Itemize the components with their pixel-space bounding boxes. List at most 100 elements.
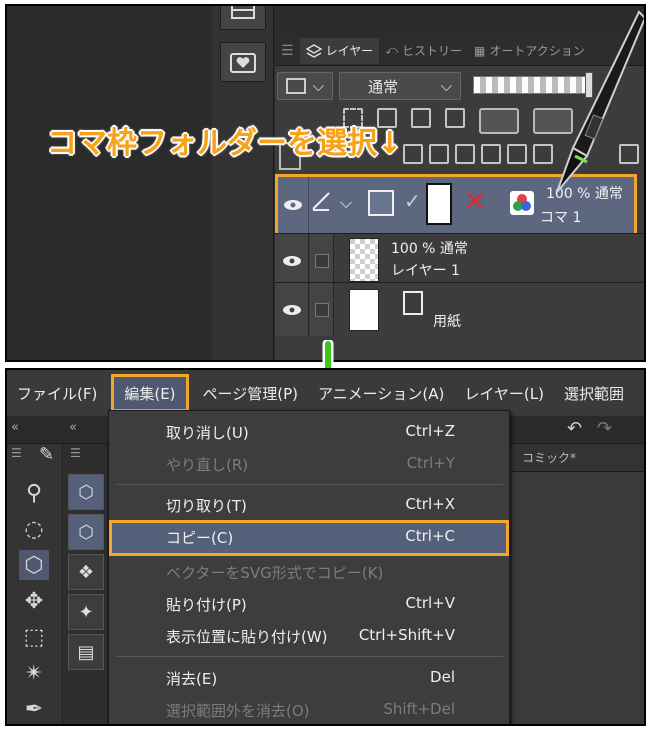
layer-color-dropdown[interactable]: ⌵ [277, 72, 333, 100]
menu-item-label: ベクターをSVG形式でコピー(K) [166, 564, 384, 582]
menu-label: アニメーション(A) [317, 384, 445, 403]
move-tool-icon[interactable]: ✥ [19, 586, 49, 616]
chevron-down-icon: ⌵ [312, 77, 324, 95]
tab-layer-label: レイヤー [325, 44, 374, 58]
menu-item-shortcut: Del [430, 668, 455, 686]
layer-row[interactable]: 用紙 [275, 282, 644, 336]
object-select-tool-icon[interactable]: ⬡ [19, 550, 49, 580]
new-folder-icon[interactable] [455, 144, 475, 164]
menu-handle-icon[interactable]: ☰ [11, 446, 22, 460]
menu-item-label: 貼り付け(P) [166, 596, 247, 614]
sub-tool-object[interactable]: ⬡ [68, 474, 104, 510]
menu-item-paste[interactable]: 貼り付け(P) Ctrl+V [109, 587, 509, 619]
layer-name: コマ 1 [540, 210, 582, 226]
menu-item-cut[interactable]: 切り取り(T) Ctrl+X [109, 488, 509, 520]
menu-file[interactable]: ファイル(F) [7, 370, 107, 416]
mask-disabled-x-icon: ✕ [464, 187, 486, 217]
collapse-icon[interactable]: « [69, 420, 77, 435]
grid-icon [231, 6, 255, 19]
menu-item-undo[interactable]: 取り消し(U) Ctrl+Z [109, 415, 509, 447]
stack-cursor-icon: ❖ [77, 561, 95, 583]
menu-item-label: 選択範囲外を消去(O) [166, 702, 310, 720]
lock-cell[interactable] [310, 283, 334, 336]
tab-history[interactable]: ⤺ ヒストリー [379, 38, 468, 64]
lock-icon[interactable] [445, 108, 465, 128]
blend-mode-dropdown[interactable]: 通常 ⌵ [339, 72, 461, 100]
blend-mode-value: 通常 [368, 77, 399, 96]
menu-separator [117, 656, 503, 657]
eye-icon [282, 304, 301, 315]
eye-icon [282, 255, 301, 266]
frame-folder-icon [368, 190, 394, 216]
menu-item-copy[interactable]: コピー(C) Ctrl+C [109, 520, 509, 556]
film-icon: ▤ [77, 641, 95, 663]
menu-handle-icon[interactable]: ☰ [70, 446, 81, 460]
sub-tool-frame[interactable]: ▤ [68, 634, 104, 670]
edit-menu-dropdown: 取り消し(U) Ctrl+Z やり直し(R) Ctrl+Y 切り取り(T) Ct… [108, 410, 510, 724]
pen-icon[interactable] [311, 191, 331, 215]
mask-icon[interactable] [479, 108, 519, 134]
reference-icon[interactable] [411, 108, 431, 128]
menu-item-redo[interactable]: やり直し(R) Ctrl+Y [109, 447, 509, 479]
magic-wand-tool-icon[interactable]: ✴ [19, 658, 49, 688]
lasso-tool-icon[interactable]: ◌ [19, 514, 49, 544]
transfer-icon[interactable] [481, 144, 501, 164]
visibility-eye-cell[interactable] [275, 234, 309, 287]
new-raster-layer-icon[interactable] [403, 144, 423, 164]
pen-icon[interactable]: ✎ [39, 444, 54, 465]
menu-item-shortcut: Ctrl+Z [405, 422, 455, 440]
menu-edit[interactable]: 編集(E) [111, 374, 189, 412]
side-button-top[interactable] [220, 6, 266, 30]
visibility-eye-cell[interactable] [278, 177, 309, 233]
tool-palette: ☰ ✎ ⚲ ◌ ⬡ ✥ ⬚ ✴ ✒ [7, 444, 63, 724]
sub-tool-layer-select[interactable]: ⬡ [68, 514, 104, 550]
layer-panel-screenshot: ☰ レイヤー ⤺ ヒストリー ▦ オートアクション ⌵ 通常 ⌵ ⌵ ✓ ✕ 1… [5, 4, 646, 362]
sub-tool-layer-move[interactable]: ❖ [68, 554, 104, 590]
eyedropper-tool-icon[interactable]: ✒ [19, 694, 49, 724]
undo-icon[interactable]: ↶ [567, 418, 582, 439]
zoom-tool-icon[interactable]: ⚲ [19, 478, 49, 508]
tab-layer[interactable]: レイヤー [299, 37, 380, 64]
eye-icon [284, 200, 302, 210]
menu-selection[interactable]: 選択範囲 [554, 370, 634, 416]
bulb-icon: ✦ [78, 601, 94, 623]
sub-tool-palette: ☰ ⬡ ⬡ ❖ ✦ ▤ [64, 444, 108, 724]
side-button-material[interactable] [220, 42, 266, 82]
lock-cell[interactable] [310, 234, 334, 287]
layer-row[interactable]: 100 % 通常 レイヤー 1 [275, 233, 644, 287]
history-icon: ⤺ [385, 43, 399, 57]
menu-item-label: やり直し(R) [166, 456, 249, 474]
menu-label: 編集(E) [124, 384, 176, 403]
new-vector-layer-icon[interactable] [429, 144, 449, 164]
menu-item-label: 表示位置に貼り付け(W) [166, 628, 328, 646]
menu-handle-icon[interactable]: ☰ [275, 43, 300, 59]
collapse-icon[interactable]: « [11, 420, 19, 435]
chevron-down-icon: ⌵ [440, 77, 452, 95]
document-tab[interactable]: コミック* [512, 444, 644, 472]
menu-item-clear[interactable]: 消去(E) Del [109, 661, 509, 693]
check-icon: ✓ [404, 189, 421, 213]
menu-item-copy-svg[interactable]: ベクターをSVG形式でコピー(K) [109, 555, 509, 587]
edit-menu-screenshot: ファイル(F) 編集(E) ページ管理(P) アニメーション(A) レイヤー(L… [5, 368, 646, 726]
checkbox[interactable] [314, 253, 329, 268]
marquee-tool-icon[interactable]: ⬚ [19, 622, 49, 652]
folder-expand-chevron-icon[interactable]: ⌵ [340, 193, 352, 213]
menu-label: レイヤー(L) [464, 384, 544, 403]
tab-history-label: ヒストリー [402, 44, 463, 58]
instruction-caption: コマ枠フォルダーを選択↓ [47, 126, 403, 161]
visibility-eye-cell[interactable] [275, 283, 309, 336]
menu-item-shortcut: Ctrl+Y [406, 454, 455, 472]
trash-icon[interactable]: 🗑 [645, 144, 646, 164]
layers-icon [305, 43, 322, 58]
menu-item-label: コピー(C) [166, 529, 234, 547]
checkbox[interactable] [314, 302, 329, 317]
redo-icon[interactable]: ↷ [597, 418, 612, 439]
merge-icon[interactable] [507, 144, 527, 164]
sub-tool-light-table[interactable]: ✦ [68, 594, 104, 630]
clapper-icon: ▦ [474, 43, 486, 58]
menu-item-label: 取り消し(U) [166, 424, 249, 442]
menu-item-shortcut: Ctrl+X [405, 495, 455, 513]
menu-item-paste-in-place[interactable]: 表示位置に貼り付け(W) Ctrl+Shift+V [109, 619, 509, 651]
menu-item-clear-outside[interactable]: 選択範囲外を消去(O) Shift+Del [109, 693, 509, 724]
menu-item-label: 切り取り(T) [166, 497, 247, 515]
